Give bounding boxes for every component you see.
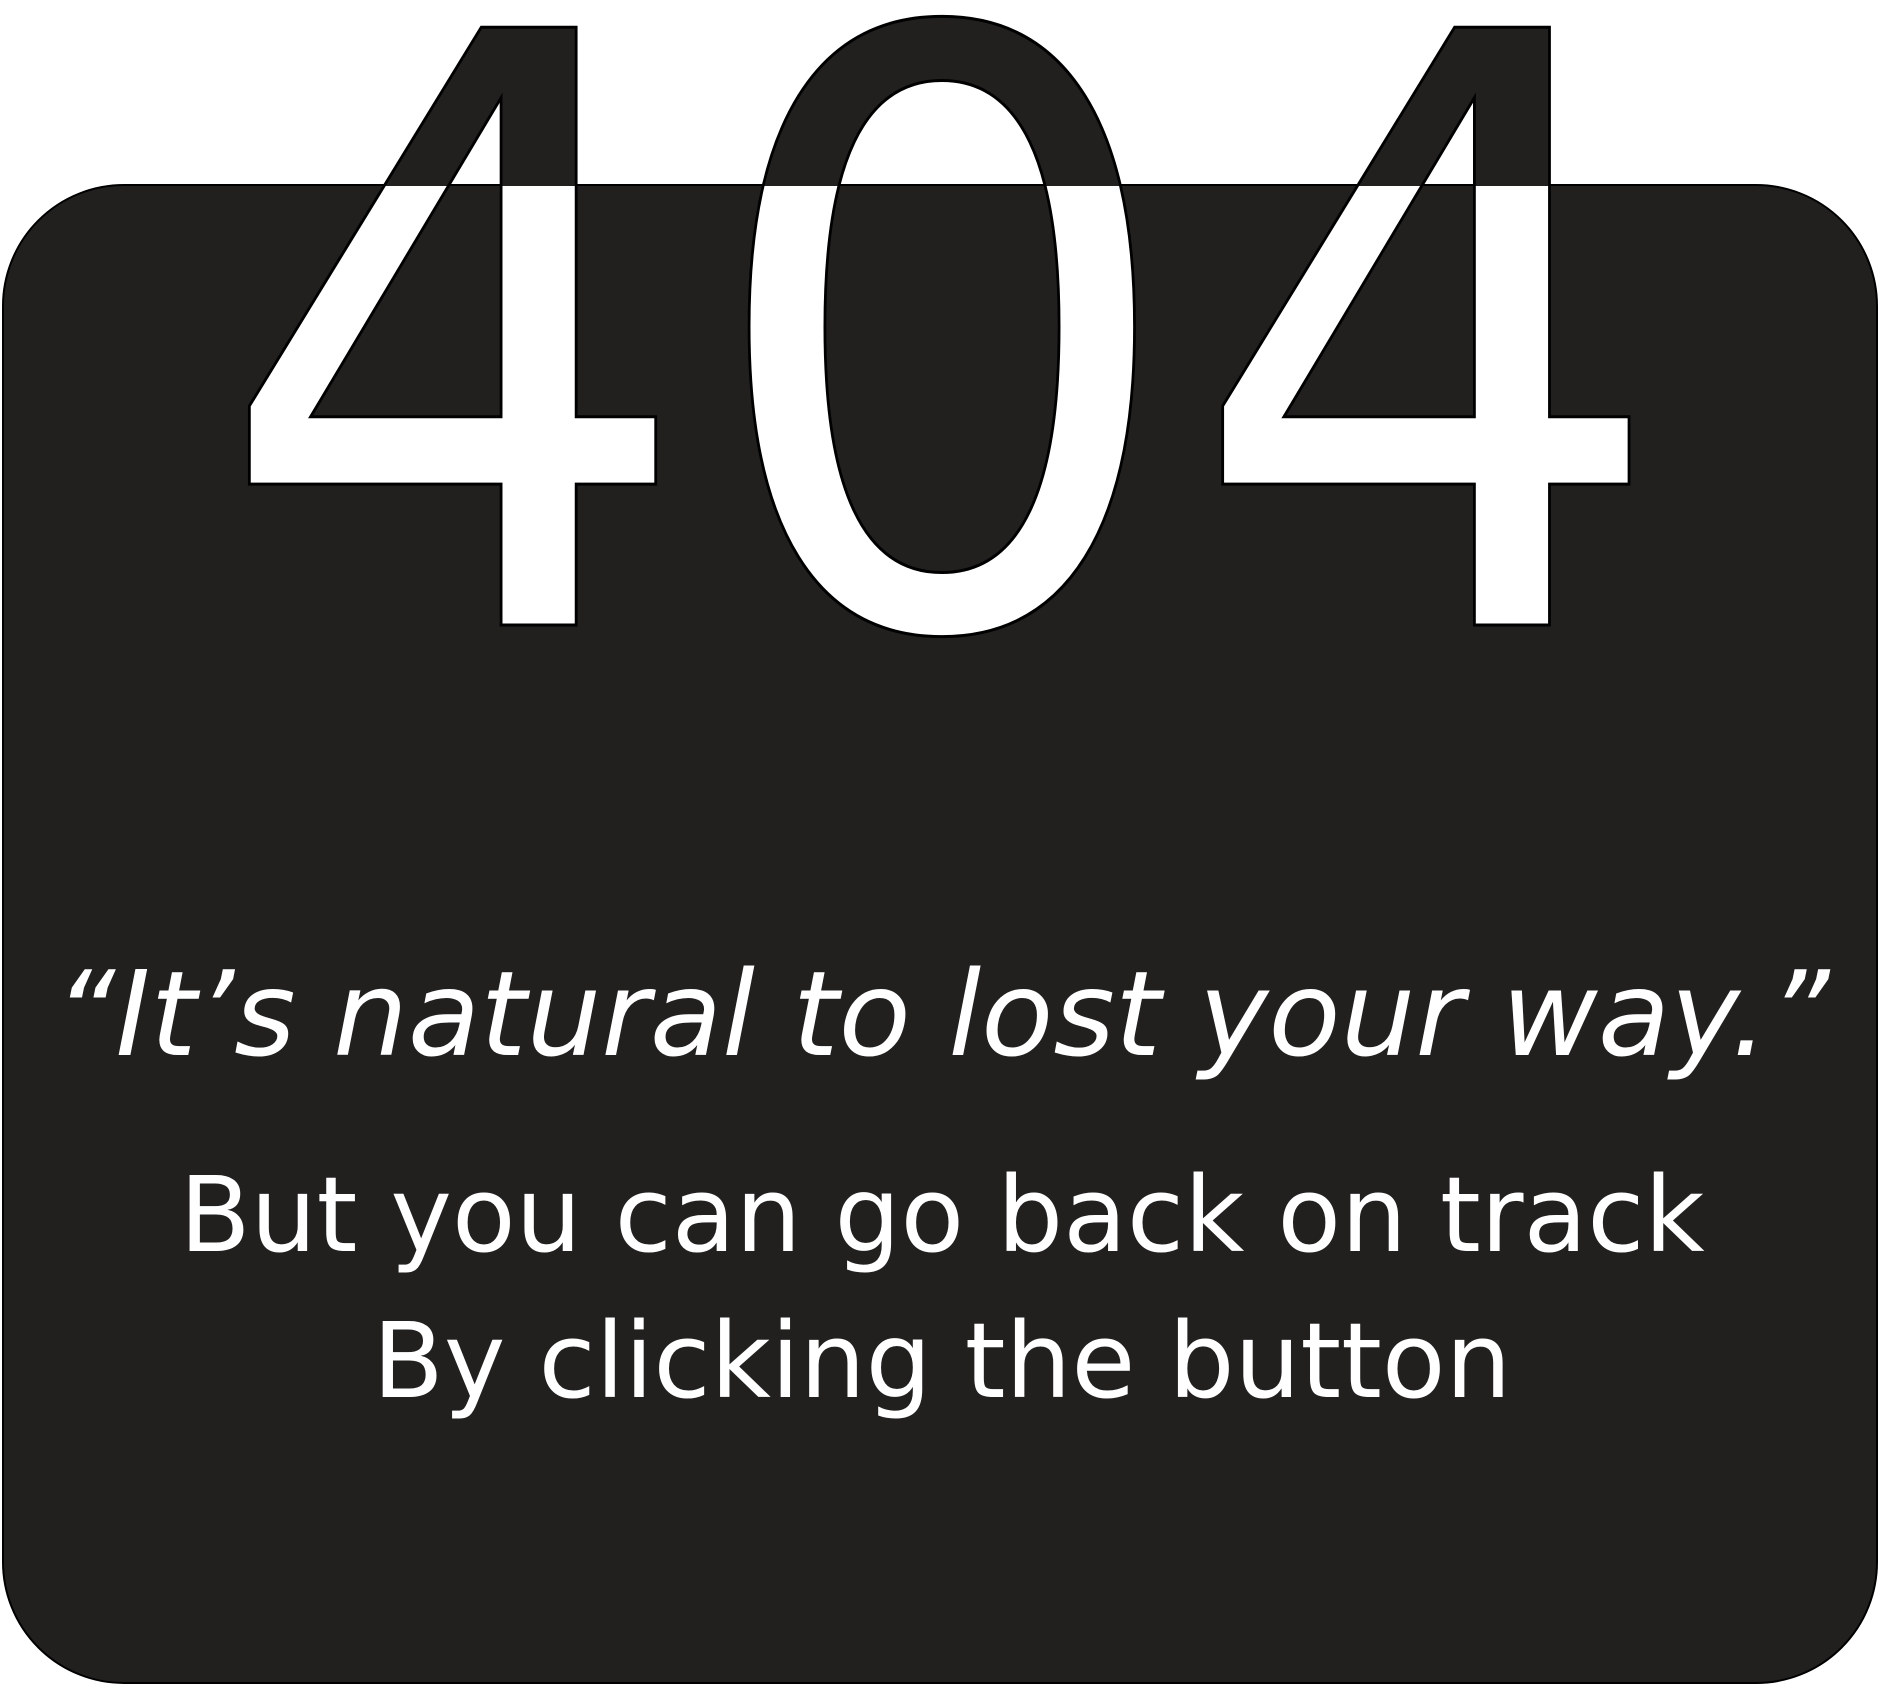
error-message-line-2: By clicking the button	[372, 1300, 1512, 1422]
error-code-layer: 404 404	[0, 0, 1884, 1688]
error-message-line-1: But you can go back on track	[179, 1154, 1705, 1276]
error-code-graphic: 404 404	[211, 0, 1674, 821]
error-quote: “It’s natural to lost your way.”	[54, 945, 1830, 1083]
